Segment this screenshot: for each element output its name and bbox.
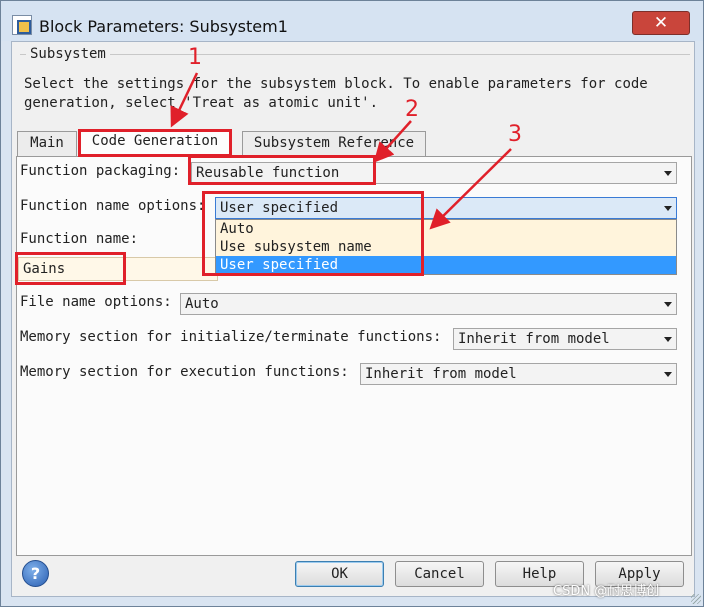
watermark: CSDN @耐思博创: [553, 584, 660, 599]
resize-grip[interactable]: [691, 594, 701, 604]
annotation-arrow-2: [373, 120, 412, 163]
annotation-arrows: [170, 72, 512, 230]
annotation-arrow-1: [170, 72, 199, 128]
annotation-arrow-3: [429, 148, 512, 230]
block-parameters-dialog: Block Parameters: Subsystem1 ✕ Subsystem…: [0, 0, 704, 607]
